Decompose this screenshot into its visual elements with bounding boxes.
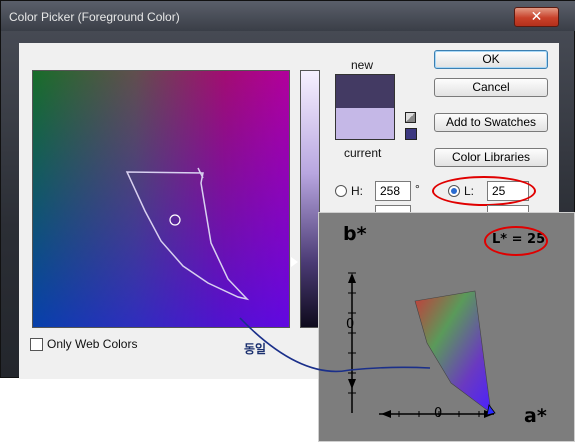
h-radio[interactable] [335, 185, 347, 197]
websafe-swatch-icon[interactable] [405, 128, 417, 140]
h-input[interactable]: 258 [375, 181, 411, 201]
highlight-circle [432, 176, 536, 206]
h-unit: ° [415, 182, 420, 196]
new-label: new [351, 58, 374, 72]
lab-inset-diagram: b* a* L* = 25 0 0 [318, 212, 575, 442]
color-libraries-button[interactable]: Color Libraries [434, 148, 548, 167]
add-to-swatches-button[interactable]: Add to Swatches [434, 113, 548, 132]
only-web-colors-label: Only Web Colors [47, 337, 138, 351]
color-field[interactable] [32, 70, 290, 328]
close-icon: ✕ [530, 9, 543, 25]
color-slider[interactable] [300, 70, 320, 328]
color-selector-circle[interactable] [169, 214, 181, 226]
h-label: H: [351, 184, 363, 198]
gamut-outline [125, 167, 250, 301]
ok-button[interactable]: OK [434, 50, 548, 69]
current-color-swatch[interactable] [335, 108, 395, 140]
new-color-swatch [335, 74, 395, 108]
current-label: current [344, 146, 382, 160]
window-title: Color Picker (Foreground Color) [9, 10, 180, 24]
annotation-text: 동일 [244, 342, 267, 356]
title-bar: Color Picker (Foreground Color) ✕ [1, 1, 575, 31]
slider-arrow-icon[interactable] [291, 257, 298, 267]
close-button[interactable]: ✕ [514, 7, 559, 27]
only-web-colors-checkbox[interactable] [30, 338, 43, 351]
cube-icon[interactable] [405, 112, 416, 123]
l-value-highlight [484, 226, 548, 256]
cancel-button[interactable]: Cancel [434, 78, 548, 97]
